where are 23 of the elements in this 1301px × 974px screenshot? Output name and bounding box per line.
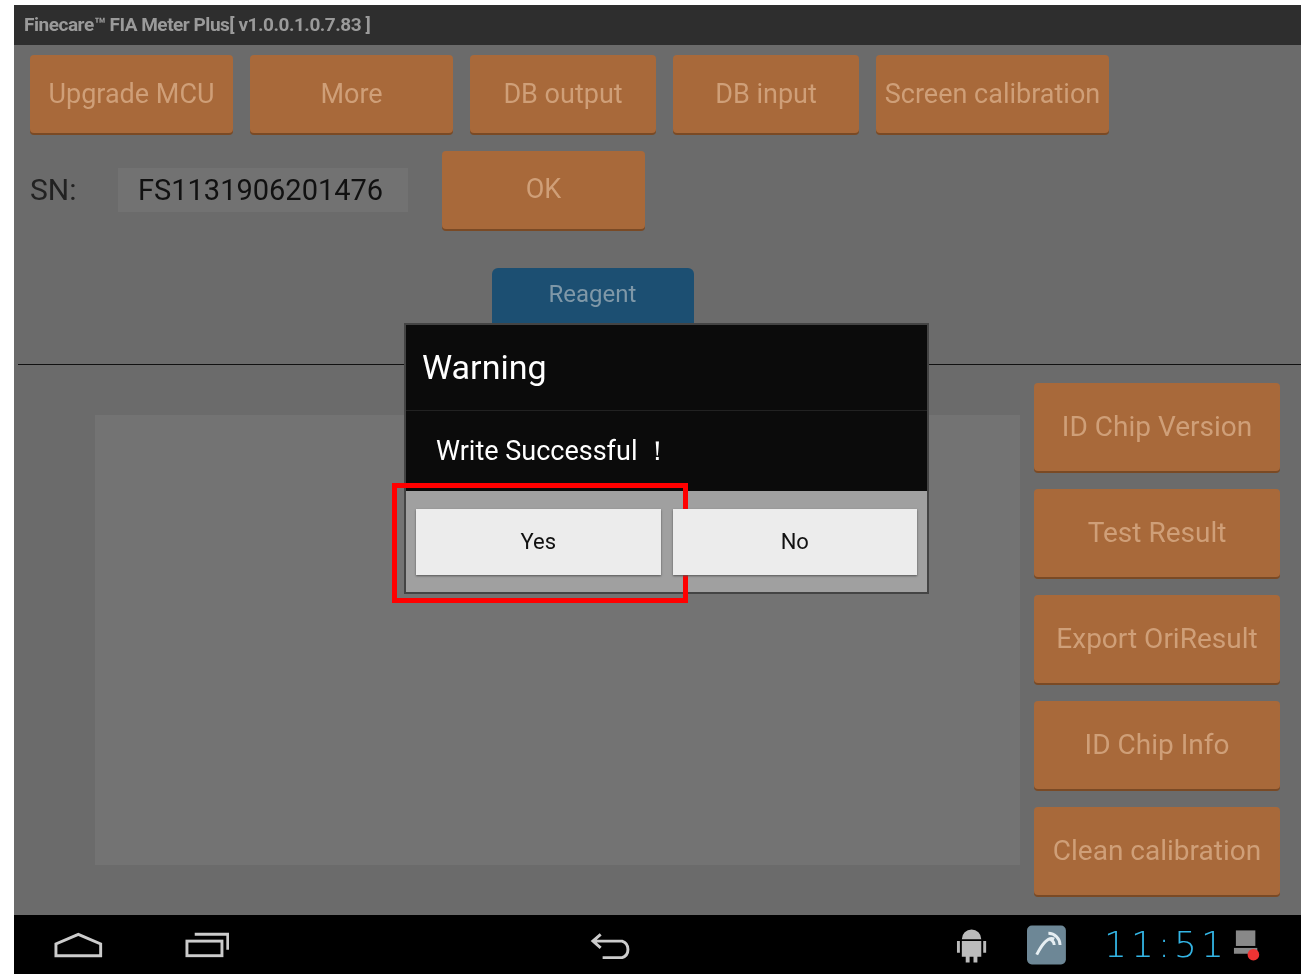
sn-field[interactable]: FS1131906201476 bbox=[118, 167, 408, 212]
side-button[interactable]: ID Chip Version bbox=[1034, 383, 1280, 472]
sn-label: SN: bbox=[30, 171, 78, 210]
toolbar-button[interactable]: Screen calibration bbox=[876, 54, 1109, 133]
dialog-message: Write Successful ！ bbox=[436, 433, 672, 469]
home-icon[interactable] bbox=[54, 931, 103, 958]
clock: 11:51 bbox=[1104, 922, 1228, 967]
side-button[interactable]: ID Chip Info bbox=[1034, 701, 1280, 790]
dialog-title: Warning bbox=[422, 346, 547, 389]
recent-apps-icon[interactable] bbox=[184, 931, 230, 958]
network-disconnected-icon bbox=[1231, 927, 1261, 962]
toolbar-button[interactable]: Upgrade MCU bbox=[30, 54, 233, 133]
toolbar-button[interactable]: DB input bbox=[673, 54, 859, 133]
dialog-button[interactable]: Yes bbox=[416, 508, 661, 575]
ok-button[interactable]: OK bbox=[442, 150, 645, 229]
side-button[interactable]: Export OriResult bbox=[1034, 595, 1280, 684]
dialog-button[interactable]: No bbox=[672, 508, 917, 575]
android-debug-icon bbox=[956, 926, 988, 963]
side-button[interactable]: Clean calibration bbox=[1034, 807, 1280, 896]
toolbar-button[interactable]: More bbox=[250, 54, 453, 133]
window-title: Finecare™ FIA Meter Plus[ v1.0.0.1.0.7.83 ] bbox=[24, 11, 371, 38]
toolbar-button[interactable]: DB output bbox=[470, 54, 656, 133]
side-button[interactable]: Test Result bbox=[1034, 489, 1280, 578]
